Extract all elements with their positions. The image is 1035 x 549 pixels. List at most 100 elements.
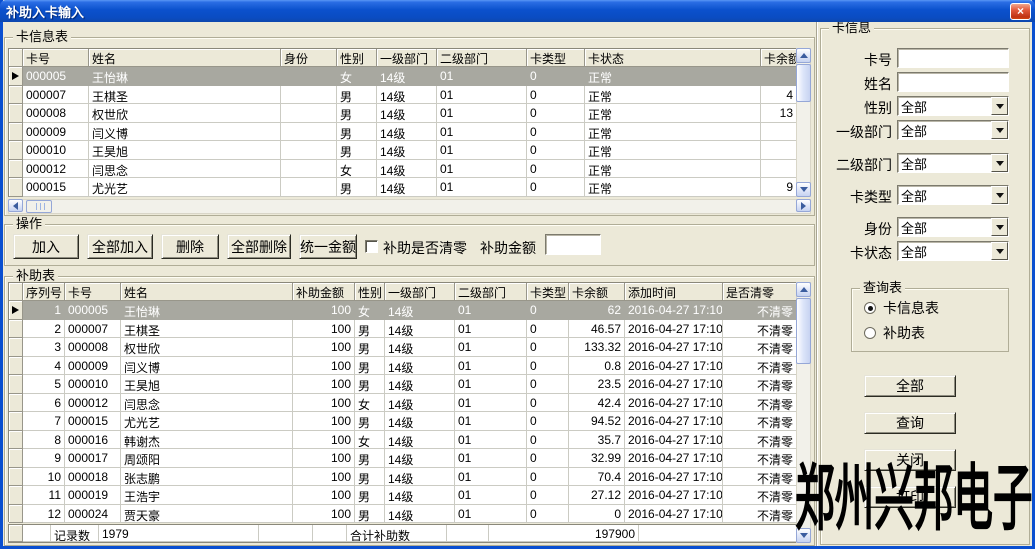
combo-dropdown-button[interactable] (991, 218, 1008, 236)
subsidy-amount-input[interactable] (545, 234, 601, 255)
row-indicator (9, 301, 23, 320)
cell: 14级 (385, 357, 455, 376)
table-row[interactable]: 000012闫思念女14级010正常 (9, 160, 797, 179)
column-header[interactable]: 卡余额 (569, 283, 625, 301)
column-header[interactable]: 一级部门 (385, 283, 455, 301)
all-button[interactable]: 全部 (864, 375, 956, 397)
table-row[interactable]: 4000009闫义博100男14级0100.82016-04-27 17:10:… (9, 357, 797, 376)
cell: 王棋圣 (89, 86, 281, 105)
cell: 000010 (23, 141, 89, 160)
column-header[interactable]: 性别 (355, 283, 385, 301)
table-row[interactable]: 1000005王怡琳100女14级010622016-04-27 17:10:不… (9, 301, 797, 320)
window-titlebar[interactable]: 补助入卡输入 × (0, 0, 1035, 22)
row-indicator (9, 160, 23, 179)
card-table-hscrollbar[interactable] (8, 199, 811, 214)
table-row[interactable]: 8000016韩谢杰100女14级01035.72016-04-27 17:10… (9, 431, 797, 450)
table-row[interactable]: 000009闫义博男14级010正常 (9, 123, 797, 142)
add-all-button[interactable]: 全部加入 (87, 234, 153, 259)
filter-combo[interactable]: 全部 (897, 153, 1009, 173)
table-row[interactable]: 5000010王昊旭100男14级01023.52016-04-27 17:10… (9, 375, 797, 394)
column-header[interactable]: 卡类型 (527, 49, 585, 67)
cell: 100 (293, 338, 355, 357)
query-button[interactable]: 查询 (864, 412, 956, 434)
filter-combo[interactable]: 全部 (897, 217, 1009, 237)
cell: 0 (527, 505, 569, 524)
cell: 01 (455, 301, 527, 320)
cell: 12 (23, 505, 65, 524)
cell: 01 (455, 431, 527, 450)
column-header[interactable]: 是否清零 (723, 283, 797, 301)
scroll-thumb[interactable] (796, 298, 811, 364)
filter-combo[interactable]: 全部 (897, 241, 1009, 261)
delete-all-button[interactable]: 全部删除 (227, 234, 291, 259)
table-row[interactable]: 000007王棋圣男14级010正常4 (9, 86, 797, 105)
print-button[interactable]: 打印 (864, 486, 956, 508)
delete-button[interactable]: 删除 (161, 234, 219, 259)
column-header[interactable]: 补助金额 (293, 283, 355, 301)
cell: 000015 (65, 412, 121, 431)
filter-combo[interactable]: 全部 (897, 120, 1009, 140)
column-header[interactable]: 一级部门 (377, 49, 437, 67)
column-header[interactable]: 姓名 (121, 283, 293, 301)
table-row[interactable]: 7000015尤光艺100男14级01094.522016-04-27 17:1… (9, 412, 797, 431)
filter-combo[interactable]: 全部 (897, 96, 1009, 116)
column-header[interactable]: 序列号 (23, 283, 65, 301)
subsidy-table-vscrollbar[interactable] (796, 282, 811, 543)
close-window-button[interactable]: 关闭 (864, 449, 956, 471)
table-row[interactable]: 9000017周颂阳100男14级01032.992016-04-27 17:1… (9, 449, 797, 468)
scroll-up-button[interactable] (796, 48, 811, 63)
scroll-thumb[interactable] (26, 200, 52, 213)
table-row[interactable]: 10000018张志鹏100男14级01070.42016-04-27 17:1… (9, 468, 797, 487)
column-header[interactable]: 卡类型 (527, 283, 569, 301)
cell: 14级 (385, 505, 455, 524)
table-row[interactable]: 000008权世欣男14级010正常13 (9, 104, 797, 123)
table-row[interactable]: 000010王昊旭男14级010正常 (9, 141, 797, 160)
scroll-up-button[interactable] (796, 282, 811, 297)
close-button[interactable]: × (1010, 3, 1031, 20)
table-row[interactable]: 11000019王浩宇100男14级01027.122016-04-27 17:… (9, 486, 797, 505)
cell: 35.7 (569, 431, 625, 450)
table-row[interactable]: 6000012闫思念100女14级01042.42016-04-27 17:10… (9, 394, 797, 413)
current-row-arrow-icon (12, 306, 19, 314)
card-no-input[interactable] (897, 48, 1009, 68)
uniform-amount-button[interactable]: 统一金额 (299, 234, 357, 259)
cell: 权世欣 (121, 338, 293, 357)
column-header[interactable]: 二级部门 (437, 49, 527, 67)
column-header[interactable]: 二级部门 (455, 283, 527, 301)
combo-dropdown-button[interactable] (991, 242, 1008, 260)
scroll-left-button[interactable] (8, 199, 23, 212)
column-header[interactable]: 卡号 (65, 283, 121, 301)
radio-subsidy[interactable]: 补助表 (864, 323, 925, 343)
cell: 01 (437, 178, 527, 197)
footer-cell (313, 525, 347, 542)
table-row[interactable]: 000015尤光艺男14级010正常9 (9, 178, 797, 197)
column-header[interactable]: 添加时间 (625, 283, 723, 301)
clear-to-zero-checkbox[interactable] (365, 240, 378, 253)
scroll-down-button[interactable] (796, 182, 811, 197)
column-header[interactable]: 卡余额 (761, 49, 797, 67)
column-header[interactable]: 卡状态 (585, 49, 761, 67)
scroll-down-button[interactable] (796, 528, 811, 543)
table-row[interactable]: 12000024贾天豪100男14级01002016-04-27 17:10:不… (9, 505, 797, 524)
scroll-thumb[interactable] (796, 64, 811, 102)
column-header[interactable]: 卡号 (23, 49, 89, 67)
combo-dropdown-button[interactable] (991, 186, 1008, 204)
column-header[interactable]: 性别 (337, 49, 377, 67)
table-row[interactable]: 000005王怡琳女14级010正常 (9, 67, 797, 86)
table-row[interactable]: 3000008权世欣100男14级010133.322016-04-27 17:… (9, 338, 797, 357)
row-indicator (9, 449, 23, 468)
column-header[interactable]: 身份 (281, 49, 337, 67)
filter-combo[interactable]: 全部 (897, 185, 1009, 205)
filter-field-row: 卡类型全部 (821, 185, 1029, 205)
column-header[interactable]: 姓名 (89, 49, 281, 67)
table-row[interactable]: 2000007王棋圣100男14级01046.572016-04-27 17:1… (9, 320, 797, 339)
name-input[interactable] (897, 72, 1009, 92)
radio-card-info[interactable]: 卡信息表 (864, 298, 939, 318)
add-button[interactable]: 加入 (13, 234, 79, 259)
cell: 32.99 (569, 449, 625, 468)
card-table-vscrollbar[interactable] (796, 48, 811, 197)
combo-dropdown-button[interactable] (991, 97, 1008, 115)
combo-dropdown-button[interactable] (991, 154, 1008, 172)
scroll-right-button[interactable] (796, 199, 811, 212)
combo-dropdown-button[interactable] (991, 121, 1008, 139)
